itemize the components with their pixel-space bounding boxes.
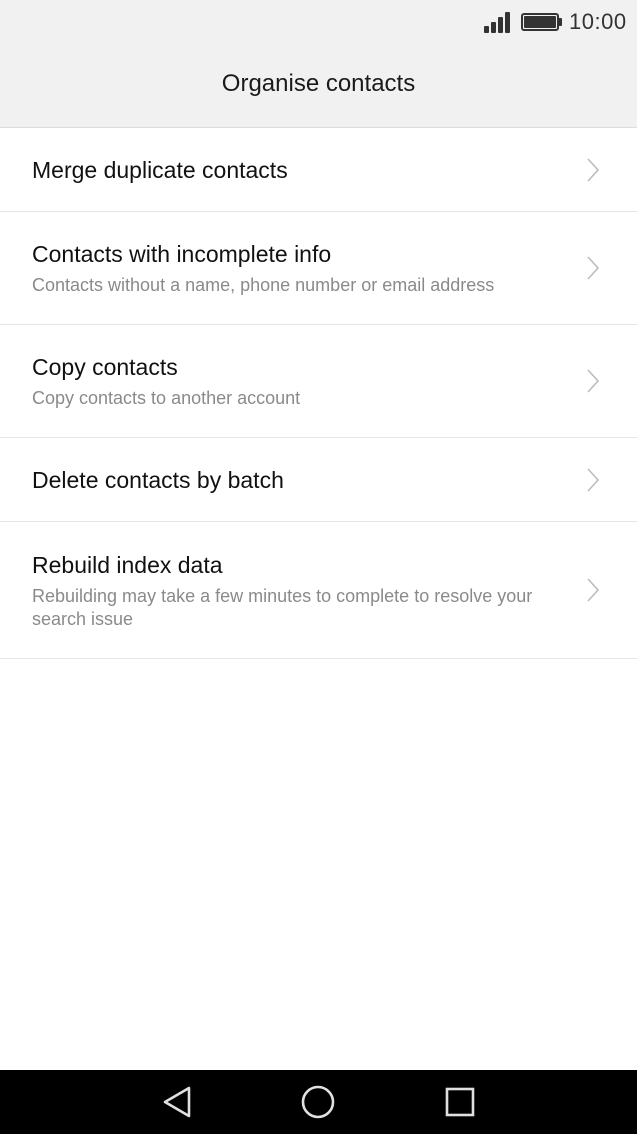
chevron-right-icon: [587, 256, 599, 280]
menu-item-title: Contacts with incomplete info: [32, 241, 332, 267]
recents-square-icon[interactable]: [440, 1082, 480, 1122]
menu-item-subtitle: Rebuilding may take a few minutes to com…: [32, 585, 533, 629]
home-circle-icon[interactable]: [298, 1082, 338, 1122]
top-area: 10:00 Organise contacts: [0, 0, 637, 128]
page-title: Organise contacts: [221, 70, 416, 97]
menu-list: Merge duplicate contacts Contacts with i…: [0, 128, 637, 659]
chevron-right-icon: [587, 157, 599, 182]
menu-item-title: Rebuild index data: [32, 551, 223, 578]
signal-icon: [484, 11, 512, 33]
chevron-right-icon: [587, 467, 599, 492]
status-bar: 10:00: [0, 0, 637, 44]
menu-item-rebuild-index[interactable]: Rebuild index data Rebuilding may take a…: [0, 522, 637, 659]
navigation-bar: [0, 1070, 637, 1134]
menu-item-title: Copy contacts: [32, 354, 178, 380]
menu-item-delete-by-batch[interactable]: Delete contacts by batch: [0, 438, 637, 522]
chevron-right-icon: [587, 369, 599, 393]
menu-item-subtitle: Copy contacts to another account: [32, 388, 301, 408]
back-triangle-icon[interactable]: [158, 1082, 198, 1122]
chevron-right-icon: [587, 578, 599, 602]
menu-item-merge-duplicates[interactable]: Merge duplicate contacts: [0, 128, 637, 212]
menu-item-incomplete-info[interactable]: Contacts with incomplete info Contacts w…: [0, 212, 637, 325]
menu-item-subtitle: Contacts without a name, phone number or…: [32, 275, 495, 295]
battery-icon: [521, 13, 562, 31]
menu-item-title: Merge duplicate contacts: [32, 156, 288, 183]
status-clock: 10:00: [569, 9, 627, 34]
menu-item-title: Delete contacts by batch: [32, 466, 284, 493]
title-bar: Organise contacts: [0, 44, 637, 127]
menu-item-copy-contacts[interactable]: Copy contacts Copy contacts to another a…: [0, 325, 637, 438]
